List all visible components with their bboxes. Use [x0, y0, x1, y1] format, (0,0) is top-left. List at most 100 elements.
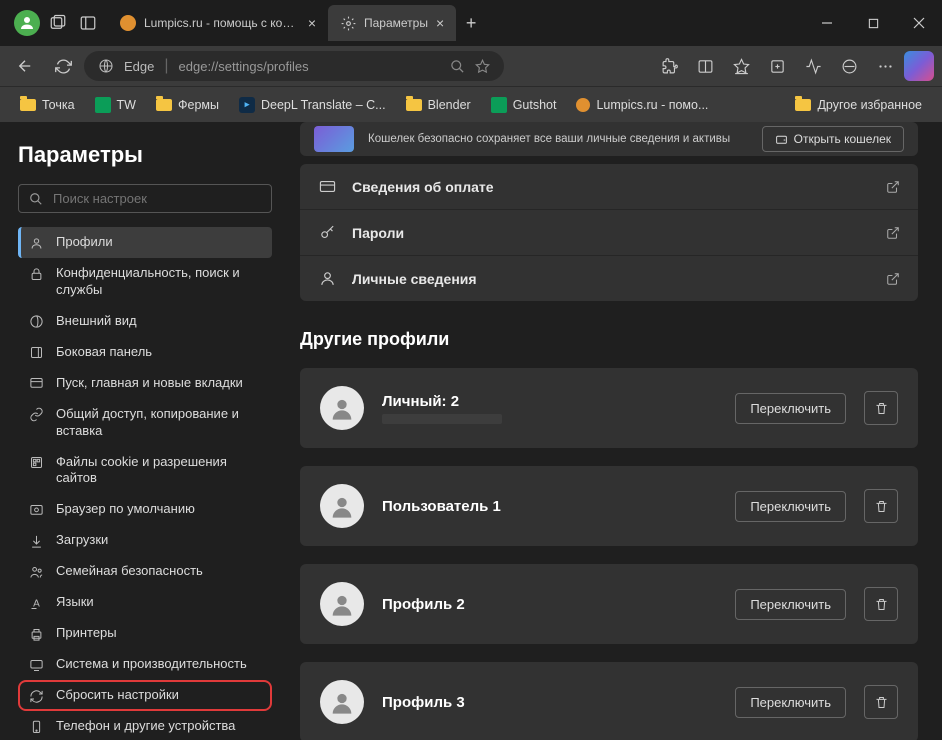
vertical-tabs-icon[interactable]: [76, 11, 100, 35]
sidebar-item-3[interactable]: Боковая панель: [18, 337, 272, 368]
bm-label: Другое избранное: [817, 98, 922, 112]
sidebar-item-14[interactable]: Телефон и другие устройства: [18, 711, 272, 740]
tab-close-icon[interactable]: ×: [436, 15, 444, 31]
sidebar-item-4[interactable]: Пуск, главная и новые вкладки: [18, 368, 272, 399]
bookmark-item[interactable]: Gutshot: [483, 93, 565, 117]
open-wallet-button[interactable]: Открыть кошелек: [762, 126, 904, 152]
sidebar-item-5[interactable]: Общий доступ, копирование и вставка: [18, 399, 272, 447]
bm-label: DeepL Translate – C...: [261, 98, 386, 112]
bookmark-item[interactable]: Точка: [12, 94, 83, 116]
more-button[interactable]: [868, 50, 902, 82]
bookmark-item[interactable]: ▸DeepL Translate – C...: [231, 93, 394, 117]
sidebar-item-12[interactable]: Система и производительность: [18, 649, 272, 680]
profile-settings-card: Сведения об оплате Пароли Личные сведени…: [300, 164, 918, 301]
sidebar-item-1[interactable]: Конфиденциальность, поиск и службы: [18, 258, 272, 306]
minimize-button[interactable]: [804, 0, 850, 46]
wallet-banner: Кошелек безопасно сохраняет все ваши лич…: [300, 122, 918, 156]
delete-profile-button[interactable]: [864, 587, 898, 621]
bm-label: Точка: [42, 98, 75, 112]
external-icon: [886, 180, 900, 194]
nav-icon: [28, 688, 44, 704]
external-icon: [886, 226, 900, 240]
page-title: Параметры: [18, 142, 272, 168]
ie-mode-button[interactable]: [832, 50, 866, 82]
edge-icon: [98, 58, 114, 74]
star-icon[interactable]: [475, 59, 490, 74]
sidebar-item-11[interactable]: Принтеры: [18, 618, 272, 649]
switch-profile-button[interactable]: Переключить: [735, 589, 846, 620]
tab-title: Параметры: [364, 16, 428, 30]
favorites-button[interactable]: [724, 50, 758, 82]
personal-info-row[interactable]: Личные сведения: [300, 256, 918, 301]
sidebar-item-2[interactable]: Внешний вид: [18, 306, 272, 337]
sidebar-item-9[interactable]: Семейная безопасность: [18, 556, 272, 587]
search-icon: [29, 192, 43, 206]
split-button[interactable]: [688, 50, 722, 82]
maximize-button[interactable]: [850, 0, 896, 46]
passwords-row[interactable]: Пароли: [300, 210, 918, 256]
delete-profile-button[interactable]: [864, 685, 898, 719]
tab-close-icon[interactable]: ×: [308, 15, 316, 31]
nav-label: Внешний вид: [56, 313, 137, 330]
bm-label: Lumpics.ru - помо...: [596, 98, 708, 112]
key-icon: [318, 224, 336, 241]
search-icon[interactable]: [450, 59, 465, 74]
workspaces-icon[interactable]: [46, 11, 70, 35]
delete-profile-button[interactable]: [864, 489, 898, 523]
nav-label: Общий доступ, копирование и вставка: [56, 406, 262, 440]
switch-profile-button[interactable]: Переключить: [735, 491, 846, 522]
search-input[interactable]: [53, 191, 261, 206]
nav-icon: [28, 626, 44, 642]
nav-label: Файлы cookie и разрешения сайтов: [56, 454, 262, 488]
tab-lumpics[interactable]: Lumpics.ru - помощь с компьюте ×: [108, 5, 328, 41]
sidebar-item-0[interactable]: Профили: [18, 227, 272, 258]
sidebar-item-6[interactable]: Файлы cookie и разрешения сайтов: [18, 447, 272, 495]
close-window-button[interactable]: [896, 0, 942, 46]
copilot-button[interactable]: [904, 51, 934, 81]
row-label: Личные сведения: [352, 271, 886, 287]
payment-info-row[interactable]: Сведения об оплате: [300, 164, 918, 210]
settings-search[interactable]: [18, 184, 272, 213]
address-bar[interactable]: Edge | edge://settings/profiles: [84, 51, 504, 81]
bookmarks-bar: Точка TW Фермы ▸DeepL Translate – C... B…: [0, 86, 942, 122]
delete-profile-button[interactable]: [864, 391, 898, 425]
bookmark-item[interactable]: TW: [87, 93, 144, 117]
nav-icon: [28, 407, 44, 423]
bookmark-item[interactable]: Фермы: [148, 94, 227, 116]
refresh-button[interactable]: [46, 50, 80, 82]
switch-profile-button[interactable]: Переключить: [735, 393, 846, 424]
sidebar-item-8[interactable]: Загрузки: [18, 525, 272, 556]
nav-label: Принтеры: [56, 625, 117, 642]
switch-profile-button[interactable]: Переключить: [735, 687, 846, 718]
profile-avatar-titlebar[interactable]: [14, 10, 40, 36]
nav-icon: [28, 266, 44, 282]
nav-label: Система и производительность: [56, 656, 247, 673]
profile-email-redacted: [382, 414, 502, 424]
nav-icon: [28, 345, 44, 361]
new-tab-button[interactable]: +: [456, 8, 486, 38]
bm-label: Фермы: [178, 98, 219, 112]
other-bookmarks[interactable]: Другое избранное: [787, 94, 930, 116]
profile-avatar-icon: [320, 582, 364, 626]
bookmark-item[interactable]: Blender: [398, 94, 479, 116]
sidebar-item-13[interactable]: Сбросить настройки: [18, 680, 272, 711]
row-label: Пароли: [352, 225, 886, 241]
other-profiles-title: Другие профили: [300, 329, 918, 350]
folder-icon: [795, 99, 811, 111]
bookmark-item[interactable]: Lumpics.ru - помо...: [568, 94, 716, 116]
performance-button[interactable]: [796, 50, 830, 82]
collections-button[interactable]: [760, 50, 794, 82]
titlebar: Lumpics.ru - помощь с компьюте × Парамет…: [0, 0, 942, 46]
back-button[interactable]: [8, 50, 42, 82]
sidebar-item-7[interactable]: Браузер по умолчанию: [18, 494, 272, 525]
nav-label: Загрузки: [56, 532, 108, 549]
sidebar-item-10[interactable]: AЯзыки: [18, 587, 272, 618]
extensions-button[interactable]: [652, 50, 686, 82]
tab-favicon-icon: [340, 15, 356, 31]
sheets-icon: [95, 97, 111, 113]
nav-label: Семейная безопасность: [56, 563, 203, 580]
profile-name: Профиль 2: [382, 596, 717, 613]
tab-settings[interactable]: Параметры ×: [328, 5, 456, 41]
nav-icon: [28, 564, 44, 580]
tab-favicon-icon: [120, 15, 136, 31]
